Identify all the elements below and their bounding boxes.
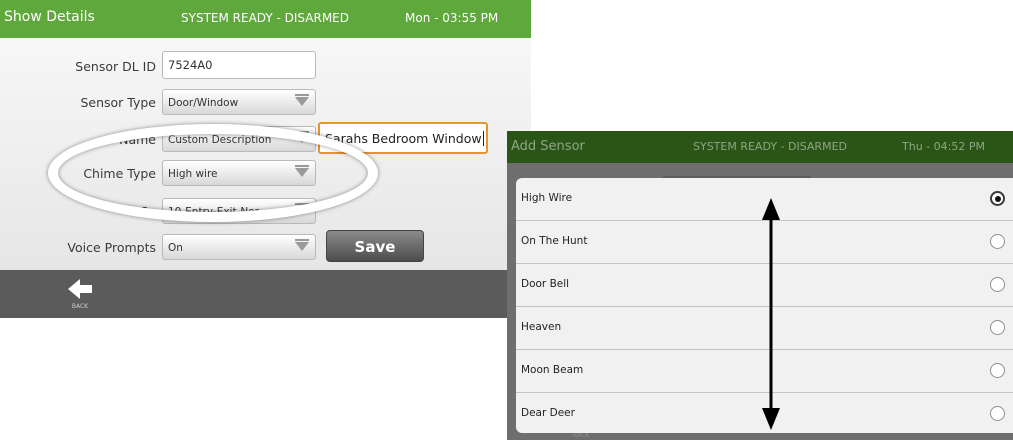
custom-description-text: Sarahs Bedroom Window (325, 131, 482, 146)
chime-type-label: Chime Type (83, 166, 156, 181)
radio-icon[interactable] (990, 234, 1005, 249)
chime-type-dropdown[interactable]: High wire (162, 160, 316, 186)
radio-icon[interactable] (990, 277, 1005, 292)
voice-prompts-value: On (168, 242, 183, 254)
radio-icon[interactable] (990, 363, 1005, 378)
option-label: High Wire (521, 192, 573, 204)
sensor-dl-id-label: Sensor DL ID (75, 59, 156, 74)
dropdown-arrow-icon (295, 131, 309, 143)
screen-title: Add Sensor (511, 139, 585, 154)
dropdown-arrow-icon (295, 165, 309, 177)
sensor-group-value: 10-Entry-Exit-Nor... (168, 206, 269, 218)
system-status: SYSTEM READY - DISARMED (181, 11, 349, 25)
option-label: Heaven (521, 321, 562, 333)
header-bar: Add Sensor SYSTEM READY - DISARMED Thu -… (507, 131, 1013, 163)
option-label: Dear Deer (521, 407, 575, 419)
dropdown-arrow-icon (295, 239, 309, 251)
dropdown-arrow-icon (295, 94, 309, 106)
sensor-name-dropdown[interactable]: Custom Description (162, 126, 316, 152)
double-headed-arrow-icon (762, 198, 780, 430)
chime-type-list: High Wire On The Hunt Door Bell Heaven M… (516, 178, 1013, 433)
sensor-type-dropdown[interactable]: Door/Window (162, 89, 316, 115)
sensor-dl-id-field[interactable]: 7524A0 (162, 51, 316, 79)
save-button[interactable]: Save (326, 230, 424, 262)
sensor-name-value: Custom Description (168, 134, 272, 146)
screen-title: Show Details (4, 9, 95, 25)
sensor-type-value: Door/Window (168, 97, 239, 109)
text-cursor (482, 131, 484, 146)
sensor-name-label: Name (119, 132, 156, 147)
voice-prompts-label: Voice Prompts (67, 240, 156, 255)
show-details-screen: Show Details SYSTEM READY - DISARMED Mon… (0, 0, 531, 318)
sensor-type-label: Sensor Type (80, 95, 156, 110)
back-label: BACK (71, 303, 89, 310)
date-time: Mon - 03:55 PM (405, 11, 499, 25)
chime-type-value: High wire (168, 168, 218, 180)
add-sensor-screen: Add Sensor SYSTEM READY - DISARMED Thu -… (507, 131, 1013, 440)
dropdown-arrow-icon (295, 203, 309, 215)
back-label: BACK (573, 432, 590, 439)
radio-icon[interactable] (990, 406, 1005, 421)
back-arrow-icon (68, 279, 92, 299)
radio-icon[interactable] (990, 320, 1005, 335)
sensor-group-label: Se (140, 204, 156, 219)
system-status: SYSTEM READY - DISARMED (693, 140, 847, 153)
sensor-group-dropdown[interactable]: 10-Entry-Exit-Nor... (162, 198, 316, 224)
date-time: Thu - 04:52 PM (902, 140, 985, 153)
option-label: Moon Beam (521, 364, 584, 376)
footer-bar: BACK (0, 270, 531, 318)
radio-selected-icon[interactable] (990, 191, 1005, 206)
option-label: Door Bell (521, 278, 570, 290)
option-label: On The Hunt (521, 235, 588, 247)
voice-prompts-dropdown[interactable]: On (162, 234, 316, 260)
back-button[interactable]: BACK (60, 276, 100, 314)
custom-description-input[interactable]: Sarahs Bedroom Window (318, 122, 488, 154)
header-bar: Show Details SYSTEM READY - DISARMED Mon… (0, 0, 531, 38)
